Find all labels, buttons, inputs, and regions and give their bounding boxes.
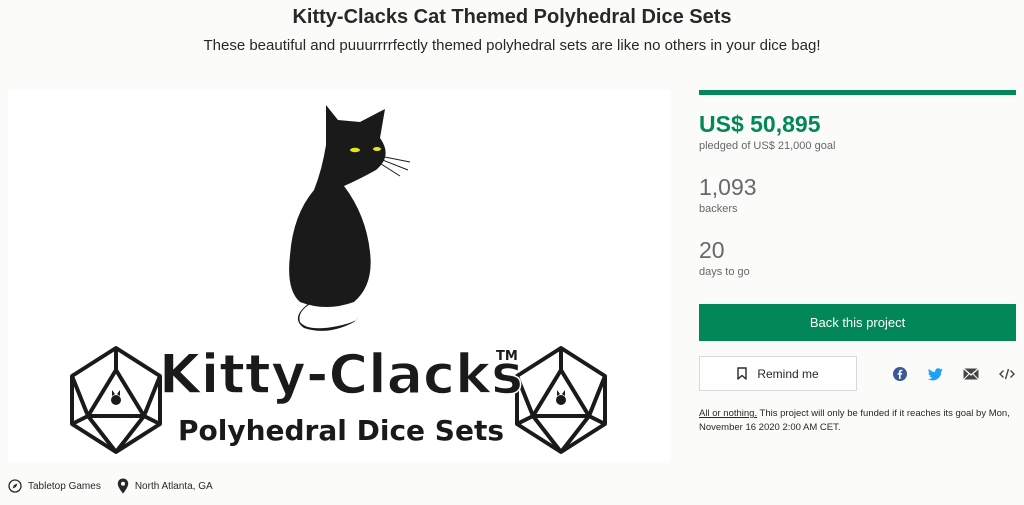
pledged-goal-label: pledged of US$ 21,000 goal xyxy=(699,140,836,152)
trademark-text: TM xyxy=(496,349,518,364)
project-hero-image[interactable]: Kitty-Clacks TM Polyhedral Dice Sets xyxy=(8,90,670,463)
d20-cat-right-icon xyxy=(556,390,566,405)
category-link[interactable]: Tabletop Games xyxy=(8,479,101,493)
remind-me-label: Remind me xyxy=(757,366,819,381)
days-label: days to go xyxy=(699,266,750,278)
progress-fill xyxy=(699,90,1016,95)
compass-icon xyxy=(8,479,22,493)
share-email-button[interactable] xyxy=(963,366,979,382)
kitty-clacks-logo: Kitty-Clacks TM Polyhedral Dice Sets xyxy=(70,105,607,454)
embed-icon xyxy=(999,368,1015,380)
cat-eye-right xyxy=(373,147,381,151)
pledged-stat: US$ 50,895 pledged of US$ 21,000 goal xyxy=(699,111,835,152)
funding-terms: All or nothing. This project will only b… xyxy=(699,407,1021,435)
backers-count: 1,093 xyxy=(699,174,757,200)
backers-label: backers xyxy=(699,203,738,215)
location-label: North Atlanta, GA xyxy=(134,480,213,492)
page-title: Kitty-Clacks Cat Themed Polyhedral Dice … xyxy=(292,6,732,28)
days-stat: 20 days to go xyxy=(699,237,750,278)
share-facebook-button[interactable] xyxy=(893,366,907,382)
project-meta: Tabletop Games North Atlanta, GA xyxy=(8,478,229,494)
logo-title-text: Kitty-Clacks xyxy=(159,343,523,406)
category-label: Tabletop Games xyxy=(28,480,101,492)
backers-stat: 1,093 backers xyxy=(699,174,757,215)
project-blurb: These beautiful and puuurrrrfectly theme… xyxy=(203,37,821,54)
pledged-amount: US$ 50,895 xyxy=(699,111,821,137)
remind-me-button[interactable]: Remind me xyxy=(699,356,857,391)
d20-cat-left-icon xyxy=(111,390,121,405)
days-count: 20 xyxy=(699,237,725,263)
funding-progress-bar xyxy=(699,90,1016,95)
location-pin-icon xyxy=(117,478,129,494)
twitter-icon xyxy=(928,367,943,380)
all-or-nothing-link[interactable]: All or nothing. xyxy=(699,408,757,419)
cat-eye-left xyxy=(350,147,360,153)
facebook-icon xyxy=(893,367,907,381)
logo-subtitle-text: Polyhedral Dice Sets xyxy=(178,414,504,447)
cat-silhouette xyxy=(289,105,386,331)
bookmark-icon xyxy=(737,367,748,380)
share-twitter-button[interactable] xyxy=(928,366,943,382)
embed-button[interactable] xyxy=(999,366,1015,382)
email-icon xyxy=(963,368,979,380)
back-this-project-button[interactable]: Back this project xyxy=(699,304,1016,341)
progress-track xyxy=(699,90,1016,95)
location-link[interactable]: North Atlanta, GA xyxy=(117,478,213,494)
